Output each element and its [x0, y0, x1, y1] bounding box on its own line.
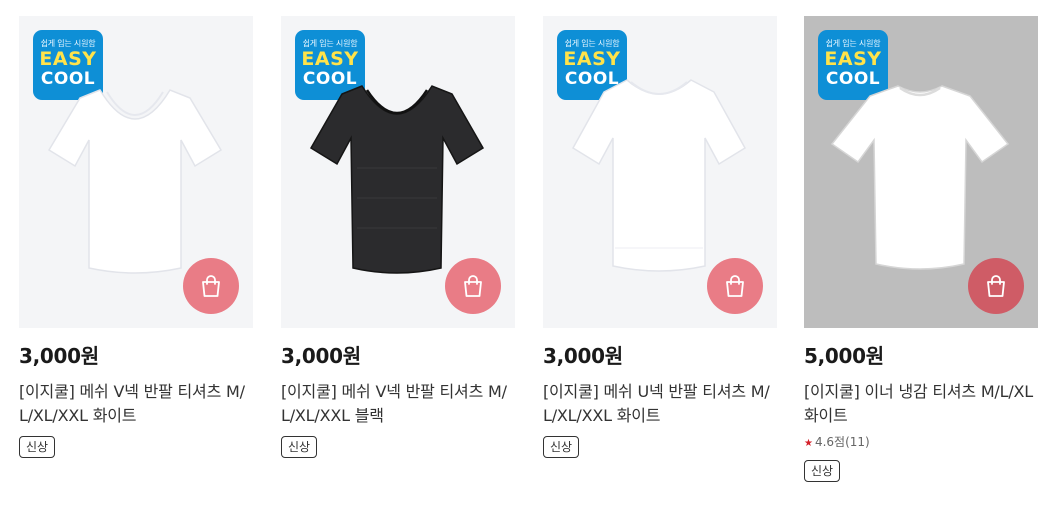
product-card[interactable]: 쉽게 입는 시원함 EASY COOL 3,000원 [이지쿨] 메쉬 V넥 반…: [281, 16, 515, 458]
white-u-neck-tshirt-icon: [571, 79, 747, 272]
add-to-cart-button[interactable]: [968, 258, 1024, 314]
product-image[interactable]: 쉽게 입는 시원함 EASY COOL: [804, 16, 1038, 328]
shopping-bag-icon: [464, 275, 482, 297]
product-image[interactable]: 쉽게 입는 시원함 EASY COOL: [543, 16, 777, 328]
product-title[interactable]: [이지쿨] 메쉬 V넥 반팔 티셔츠 M/L/XL/XXL 블랙: [281, 380, 515, 428]
add-to-cart-button[interactable]: [183, 258, 239, 314]
product-title[interactable]: [이지쿨] 메쉬 U넥 반팔 티셔츠 M/L/XL/XXL 화이트: [543, 380, 777, 428]
badge-easy: EASY: [39, 48, 97, 70]
product-image[interactable]: 쉽게 입는 시원함 EASY COOL: [19, 16, 253, 328]
add-to-cart-button[interactable]: [707, 258, 763, 314]
star-icon: ★: [804, 438, 813, 449]
white-v-neck-tshirt-icon: [47, 89, 223, 274]
product-card[interactable]: 쉽게 입는 시원함 EASY COOL 5,000원 [이지쿨] 이너 냉감 티…: [804, 16, 1038, 482]
new-tag: 신상: [281, 436, 318, 458]
shopping-bag-icon: [726, 275, 744, 297]
product-title[interactable]: [이지쿨] 이너 냉감 티셔츠 M/L/XL 화이트: [804, 380, 1038, 428]
product-price: 3,000원: [19, 344, 99, 368]
shopping-bag-icon: [202, 275, 220, 297]
product-price: 3,000원: [281, 344, 361, 368]
badge-easy: EASY: [301, 48, 359, 70]
product-price: 3,000원: [543, 344, 623, 368]
product-title[interactable]: [이지쿨] 메쉬 V넥 반팔 티셔츠 M/L/XL/XXL 화이트: [19, 380, 253, 428]
product-image[interactable]: 쉽게 입는 시원함 EASY COOL: [281, 16, 515, 328]
product-price: 5,000원: [804, 344, 884, 368]
black-v-neck-tshirt-icon: [309, 85, 485, 274]
white-crew-neck-tshirt-icon: [830, 85, 1010, 270]
badge-easy: EASY: [563, 48, 621, 70]
shopping-bag-icon: [987, 275, 1005, 297]
add-to-cart-button[interactable]: [445, 258, 501, 314]
product-card[interactable]: 쉽게 입는 시원함 EASY COOL 3,000원 [이지쿨] 메쉬 U넥 반…: [543, 16, 777, 458]
badge-easy: EASY: [824, 48, 882, 70]
new-tag: 신상: [19, 436, 56, 458]
product-grid: 쉽게 입는 시원함 EASY COOL 3,000원 [이지쿨] 메쉬 V넥 반…: [0, 0, 1056, 510]
product-card[interactable]: 쉽게 입는 시원함 EASY COOL 3,000원 [이지쿨] 메쉬 V넥 반…: [19, 16, 253, 458]
new-tag: 신상: [543, 436, 580, 458]
product-rating: ★ 4.6점(11): [804, 434, 1038, 452]
rating-text: 4.6점(11): [814, 435, 870, 449]
new-tag: 신상: [804, 460, 841, 482]
